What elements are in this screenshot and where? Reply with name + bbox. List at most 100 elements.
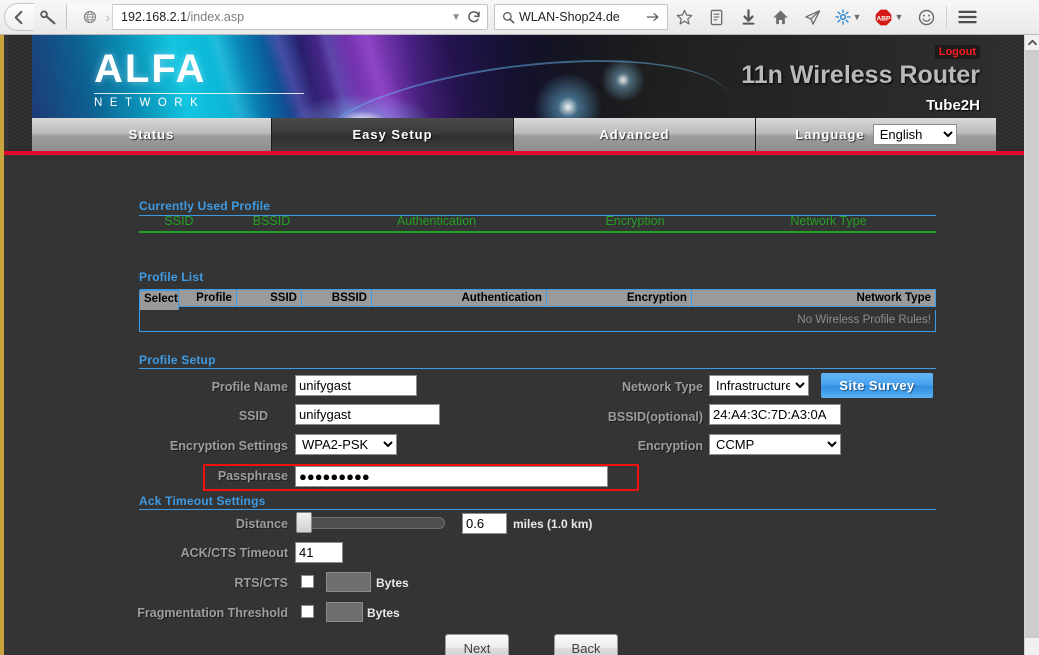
content-area: Currently Used Profile SSID BSSID Authen…: [4, 155, 1024, 655]
col-network-type: Network Type: [690, 289, 937, 307]
chevron-down-icon[interactable]: ▼: [451, 12, 461, 23]
language-select[interactable]: English: [872, 124, 957, 145]
section-rule-profile-setup: [139, 368, 936, 369]
search-input[interactable]: WLAN-Shop24.de: [515, 10, 646, 24]
site-banner: ALFA NETWORK Logout 11n Wireless Router …: [32, 35, 996, 118]
url-path: /index.asp: [187, 10, 245, 24]
profile-list-empty-message: No Wireless Profile Rules!: [139, 310, 936, 332]
passphrase-input[interactable]: [295, 466, 608, 487]
col-encryption: Encryption: [545, 289, 692, 307]
logo-subtitle: NETWORK: [94, 97, 206, 109]
col-bssid: BSSID: [219, 213, 324, 233]
label-network-type: Network Type: [621, 380, 703, 394]
chevron-down-icon[interactable]: ▼: [895, 12, 904, 22]
logo-wordmark: ALFA: [94, 47, 207, 91]
alfa-logo: ALFA NETWORK: [94, 49, 304, 109]
network-type-select[interactable]: Infrastructure: [709, 375, 809, 396]
main-navigation: Status Easy Setup Advanced Language Engl…: [32, 118, 996, 151]
col-authentication: Authentication: [370, 289, 547, 307]
device-model: Tube2H: [926, 97, 980, 114]
section-title-profile-setup: Profile Setup: [139, 353, 216, 367]
section-rule-ack-timeout: [139, 509, 936, 510]
fragmentation-units-label: Bytes: [367, 606, 400, 620]
url-text[interactable]: 192.168.2.1/index.asp: [113, 10, 451, 24]
svg-text:ABP: ABP: [876, 15, 891, 22]
router-admin-page: ALFA NETWORK Logout 11n Wireless Router …: [0, 35, 1024, 655]
col-bssid: BSSID: [300, 289, 372, 307]
label-rts-cts: RTS/CTS: [234, 576, 288, 590]
col-ssid: SSID: [235, 289, 302, 307]
rts-cts-units-label: Bytes: [376, 576, 409, 590]
banner-right-rail: [996, 35, 1024, 155]
ghostery-icon[interactable]: ▼: [828, 3, 868, 31]
vertical-scrollbar[interactable]: [1024, 35, 1039, 655]
section-title-ack-timeout: Ack Timeout Settings: [139, 494, 266, 508]
table-empty-row: [139, 232, 936, 240]
encryption-settings-select[interactable]: WPA2-PSK: [295, 434, 397, 455]
label-ssid: SSID: [238, 409, 268, 423]
scrollbar-thumb[interactable]: [1025, 50, 1039, 638]
label-bssid: BSSID(optional): [607, 410, 703, 424]
banner-left-rail: [8, 35, 32, 155]
back-arrow-icon: [14, 10, 23, 24]
tab-easy-setup[interactable]: Easy Setup: [272, 118, 514, 151]
label-ack-cts-timeout: ACK/CTS Timeout: [180, 546, 288, 560]
distance-units-label: miles (1.0 km): [513, 517, 593, 531]
star-icon[interactable]: [668, 3, 700, 31]
forward-key-button[interactable]: [34, 3, 64, 31]
reload-icon[interactable]: [467, 10, 481, 24]
logout-button[interactable]: Logout: [934, 45, 980, 59]
arrow-right-icon[interactable]: [646, 11, 667, 23]
toolbar-divider: [946, 6, 947, 28]
fragmentation-input: [326, 602, 363, 622]
rts-cts-checkbox[interactable]: [301, 575, 314, 588]
label-encryption-settings: Encryption Settings: [169, 439, 288, 453]
chevron-down-icon[interactable]: ▼: [853, 12, 862, 22]
paper-plane-icon[interactable]: [796, 3, 828, 31]
abp-icon[interactable]: ABP ▼: [868, 3, 910, 31]
currently-used-profile-table: SSID BSSID Authentication Encryption Net…: [139, 213, 936, 240]
language-label: Language: [795, 127, 865, 142]
site-identity-button[interactable]: ›: [67, 4, 113, 30]
table-header-row: Select Profile SSID BSSID Authentication…: [139, 289, 937, 311]
fragmentation-checkbox[interactable]: [301, 605, 314, 618]
label-profile-name: Profile Name: [211, 380, 288, 394]
rts-cts-input: [326, 572, 371, 592]
reader-list-icon[interactable]: [700, 3, 732, 31]
smiley-feedback-icon[interactable]: [910, 3, 942, 31]
tab-status[interactable]: Status: [32, 118, 272, 151]
url-host: 192.168.2.1: [121, 10, 188, 24]
site-survey-button[interactable]: Site Survey: [821, 373, 933, 398]
back-button[interactable]: Back: [554, 634, 618, 655]
profile-name-input[interactable]: [295, 375, 417, 396]
label-fragmentation-threshold: Fragmentation Threshold: [137, 606, 288, 620]
label-passphrase: Passphrase: [217, 469, 288, 483]
section-title-currently-used-profile: Currently Used Profile: [139, 199, 271, 213]
search-bar[interactable]: WLAN-Shop24.de: [494, 4, 668, 30]
label-encryption: Encryption: [637, 439, 703, 453]
encryption-select[interactable]: CCMP: [709, 434, 841, 455]
distance-slider-track[interactable]: [297, 517, 445, 529]
url-bar[interactable]: › 192.168.2.1/index.asp ▼: [66, 4, 488, 30]
section-title-profile-list: Profile List: [139, 270, 204, 284]
tab-advanced[interactable]: Advanced: [514, 118, 756, 151]
ack-cts-timeout-input[interactable]: [295, 542, 343, 563]
url-bar-actions: ▼: [451, 10, 487, 24]
ssid-input[interactable]: [295, 404, 440, 425]
language-tab: Language English: [756, 118, 996, 151]
back-button[interactable]: [4, 3, 34, 31]
hamburger-menu-icon[interactable]: [951, 3, 983, 31]
col-encryption: Encryption: [549, 213, 721, 233]
distance-slider-thumb[interactable]: [296, 512, 312, 533]
col-select: Select: [139, 289, 179, 311]
home-icon[interactable]: [764, 3, 796, 31]
col-authentication: Authentication: [324, 213, 549, 233]
logo-divider: [94, 93, 304, 94]
download-arrow-icon[interactable]: [732, 3, 764, 31]
page-title: 11n Wireless Router: [741, 61, 980, 89]
table-header-row: SSID BSSID Authentication Encryption Net…: [139, 213, 936, 233]
next-button[interactable]: Next: [445, 634, 509, 655]
scroll-up-arrow-icon[interactable]: [1025, 35, 1039, 50]
distance-input[interactable]: [462, 513, 507, 534]
bssid-input[interactable]: [709, 404, 841, 425]
